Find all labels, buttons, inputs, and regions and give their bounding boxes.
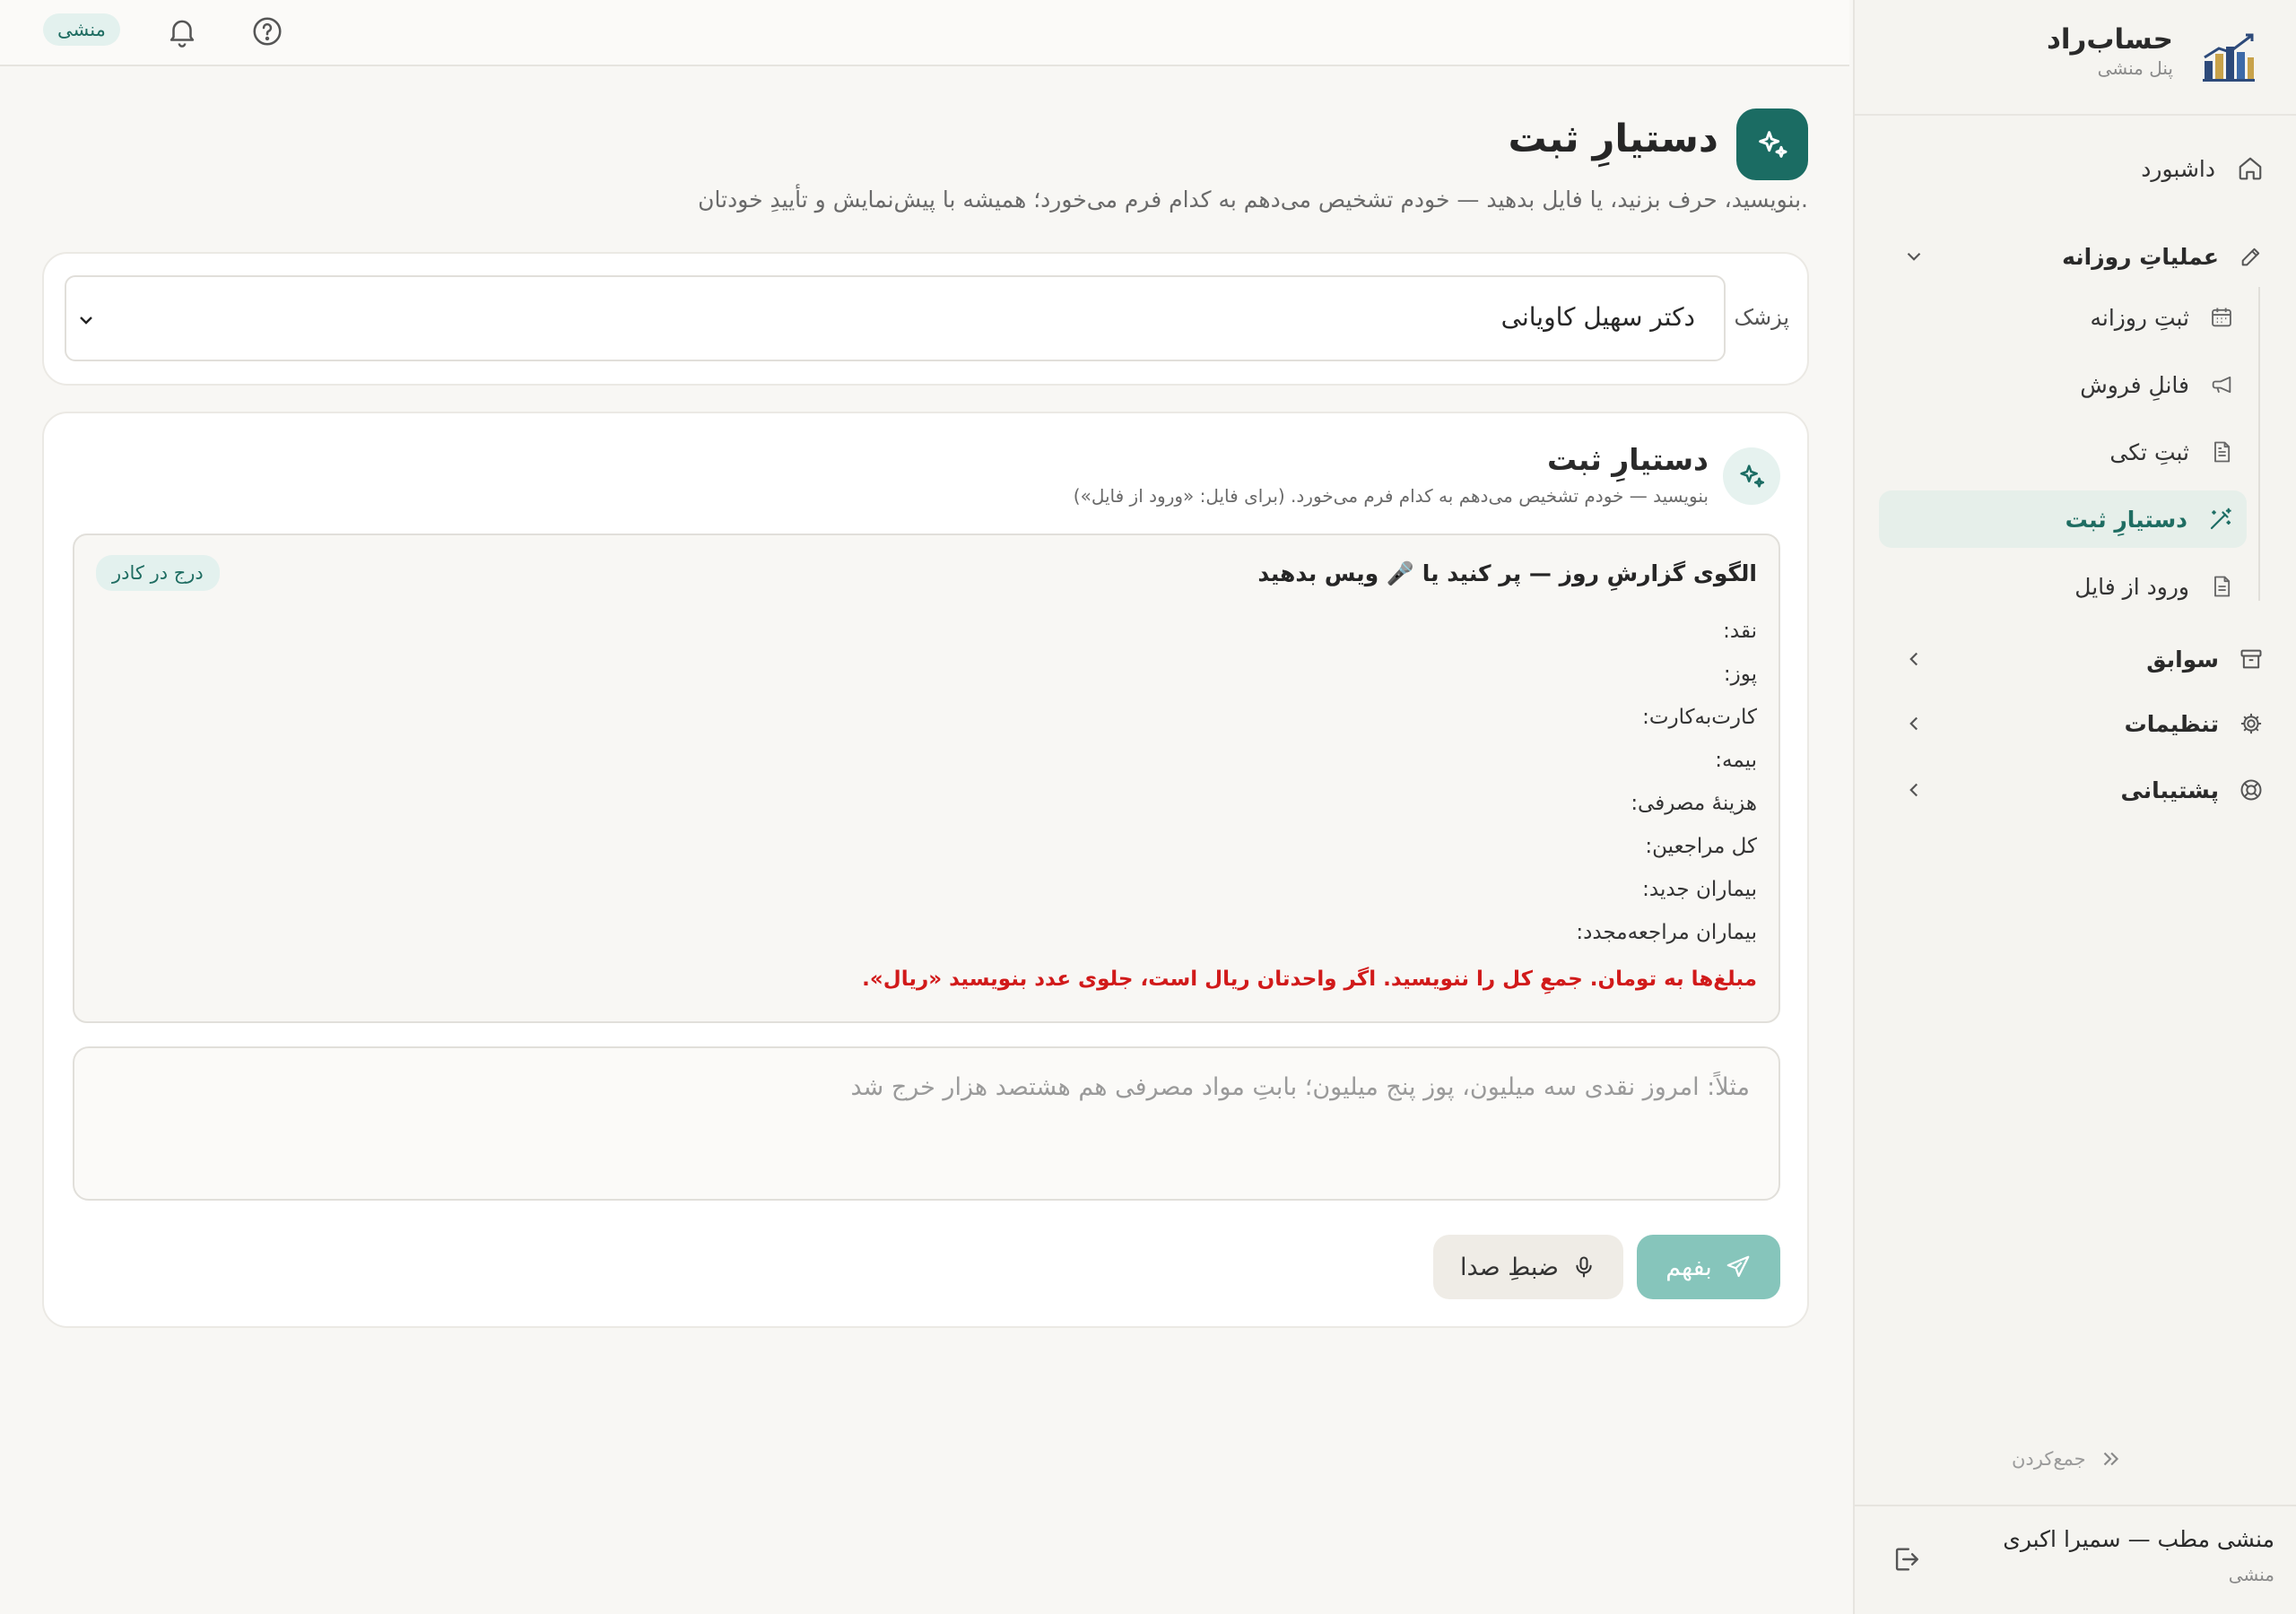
physician-value: دکتر سهیل کاویانی [1500,302,1695,332]
chevron-left-icon [1902,647,1926,671]
sidebar-section-support[interactable]: پشتیبانی [1883,768,2264,812]
send-icon [1725,1254,1752,1280]
chevron-left-icon [1902,712,1926,735]
section-label: سوابق [2146,646,2219,672]
sidebar-item-label: ثبتِ تکی [2109,438,2189,465]
chevron-down-icon [75,309,97,331]
assistant-subtitle: بنویسید — خودم تشخیص می‌دهم به کدام فرم … [1073,485,1709,507]
template-line-insurance: بیمه: [1715,749,1757,772]
assistant-card: دستیارِ ثبت بنویسید — خودم تشخیص می‌دهم … [42,412,1809,1328]
lifebuoy-icon [2239,777,2264,803]
collapse-label: جمع‌کردن [2012,1448,2086,1470]
record-voice-button[interactable]: ضبطِ صدا [1433,1235,1623,1299]
chevron-left-icon [1902,778,1926,802]
sparkles-icon [1736,461,1767,491]
template-line-cash: نقد: [1723,620,1757,643]
record-voice-label: ضبطِ صدا [1460,1253,1559,1281]
user-divider [1855,1505,2296,1506]
brand-name: حساب‌راد [2046,23,2173,56]
template-line-new-patients: بیماران جدید: [1642,878,1757,901]
understand-button-label: بفهم [1665,1253,1712,1281]
sparkles-icon [1754,126,1790,162]
sidebar-item-daily-entry[interactable]: ثبتِ روزانه [1879,289,2247,346]
sidebar-item-label: ورود از فایل [2074,573,2189,600]
magic-wand-icon [2207,506,2234,533]
user-role: منشی [2228,1564,2274,1585]
section-label: عملیاتِ روزانه [2062,243,2219,270]
double-chevron-right-icon [2099,1447,2122,1471]
report-template: درج در کادر الگوی گزارشِ روز — پر کنید ی… [73,534,1780,1023]
sidebar-item-sales-funnel[interactable]: فانلِ فروش [1879,356,2247,413]
sidebar-item-label: داشبورد [2141,155,2215,182]
gear-icon [2239,711,2264,736]
bell-icon[interactable] [165,14,199,48]
home-icon [2237,155,2264,182]
assistant-title: دستیارِ ثبت [1546,442,1709,477]
sidebar-section-history[interactable]: سوابق [1883,637,2264,681]
physician-select[interactable]: دکتر سهیل کاویانی [65,275,1726,361]
brand-subtitle: پنل منشی [2097,57,2173,79]
template-line-pos: پوز: [1723,663,1757,686]
user-name: منشی مطب — سمیرا اکبری [2003,1526,2274,1552]
sidebar-item-label: دستیارِ ثبت [2065,506,2187,533]
sidebar: حساب‌راد پنل منشی داشبورد عملیاتِ روزانه… [1853,0,2296,1614]
microphone-icon [1571,1254,1596,1280]
chevron-down-icon [1902,245,1926,268]
submenu-divider [2258,287,2260,601]
template-line-expenses: هزینهٔ مصرفی: [1631,792,1757,815]
logout-icon[interactable] [1891,1544,1921,1575]
section-label: تنظیمات [2124,710,2219,737]
role-badge: منشی [43,13,120,46]
file-icon [2209,574,2234,599]
page-title: دستیارِ ثبت [1508,117,1718,161]
sidebar-section-settings[interactable]: تنظیمات [1883,701,2264,746]
assistant-text-input[interactable]: مثلاً: امروز نقدی سه میلیون، پوز پنج میل… [73,1046,1780,1201]
document-icon [2209,439,2234,464]
logo-icon [2201,30,2257,82]
sidebar-section-daily-ops[interactable]: عملیاتِ روزانه [1883,234,2264,279]
understand-button[interactable]: بفهم [1637,1235,1780,1299]
megaphone-icon [2209,372,2234,397]
input-placeholder: مثلاً: امروز نقدی سه میلیون، پوز پنج میل… [850,1073,1750,1101]
pencil-icon [2239,244,2264,269]
help-icon[interactable] [250,14,284,48]
sidebar-collapse-button[interactable]: جمع‌کردن [2012,1447,2122,1471]
physician-label: پزشک [1734,305,1789,330]
sidebar-item-label: ثبتِ روزانه [2090,304,2189,331]
template-line-card-transfer: کارت‌به‌کارت: [1642,706,1757,729]
assistant-icon-badge [1723,447,1780,505]
page-title-icon [1736,108,1808,180]
sidebar-item-entry-assistant[interactable]: دستیارِ ثبت [1879,490,2247,548]
sidebar-item-label: فانلِ فروش [2080,371,2189,398]
sidebar-item-single-entry[interactable]: ثبتِ تکی [1879,423,2247,481]
insert-template-button[interactable]: درج در کادر [96,555,220,591]
physician-card: پزشک دکتر سهیل کاویانی [42,252,1809,386]
template-line-returning-patients: بیماران مراجعه‌مجدد: [1576,921,1757,944]
topbar: منشی [0,0,1849,66]
page-subtitle: بنویسید، حرف بزنید، یا فایل بدهید — خودم… [698,187,1808,213]
template-heading: الگوی گزارشِ روز — پر کنید یا 🎤 ویس بدهی… [1257,560,1757,586]
sidebar-item-dashboard[interactable]: داشبورد [2141,146,2264,191]
archive-icon [2239,646,2264,672]
template-line-total-visits: کل مراجعین: [1645,835,1757,858]
brand-header: حساب‌راد پنل منشی [1855,0,2296,116]
section-label: پشتیبانی [2120,777,2219,803]
calendar-icon [2209,305,2234,330]
template-warning-note: مبلغ‌ها به تومان. جمعِ کل را ننویسید. اگ… [862,968,1757,991]
sidebar-item-file-import[interactable]: ورود از فایل [1879,558,2247,615]
